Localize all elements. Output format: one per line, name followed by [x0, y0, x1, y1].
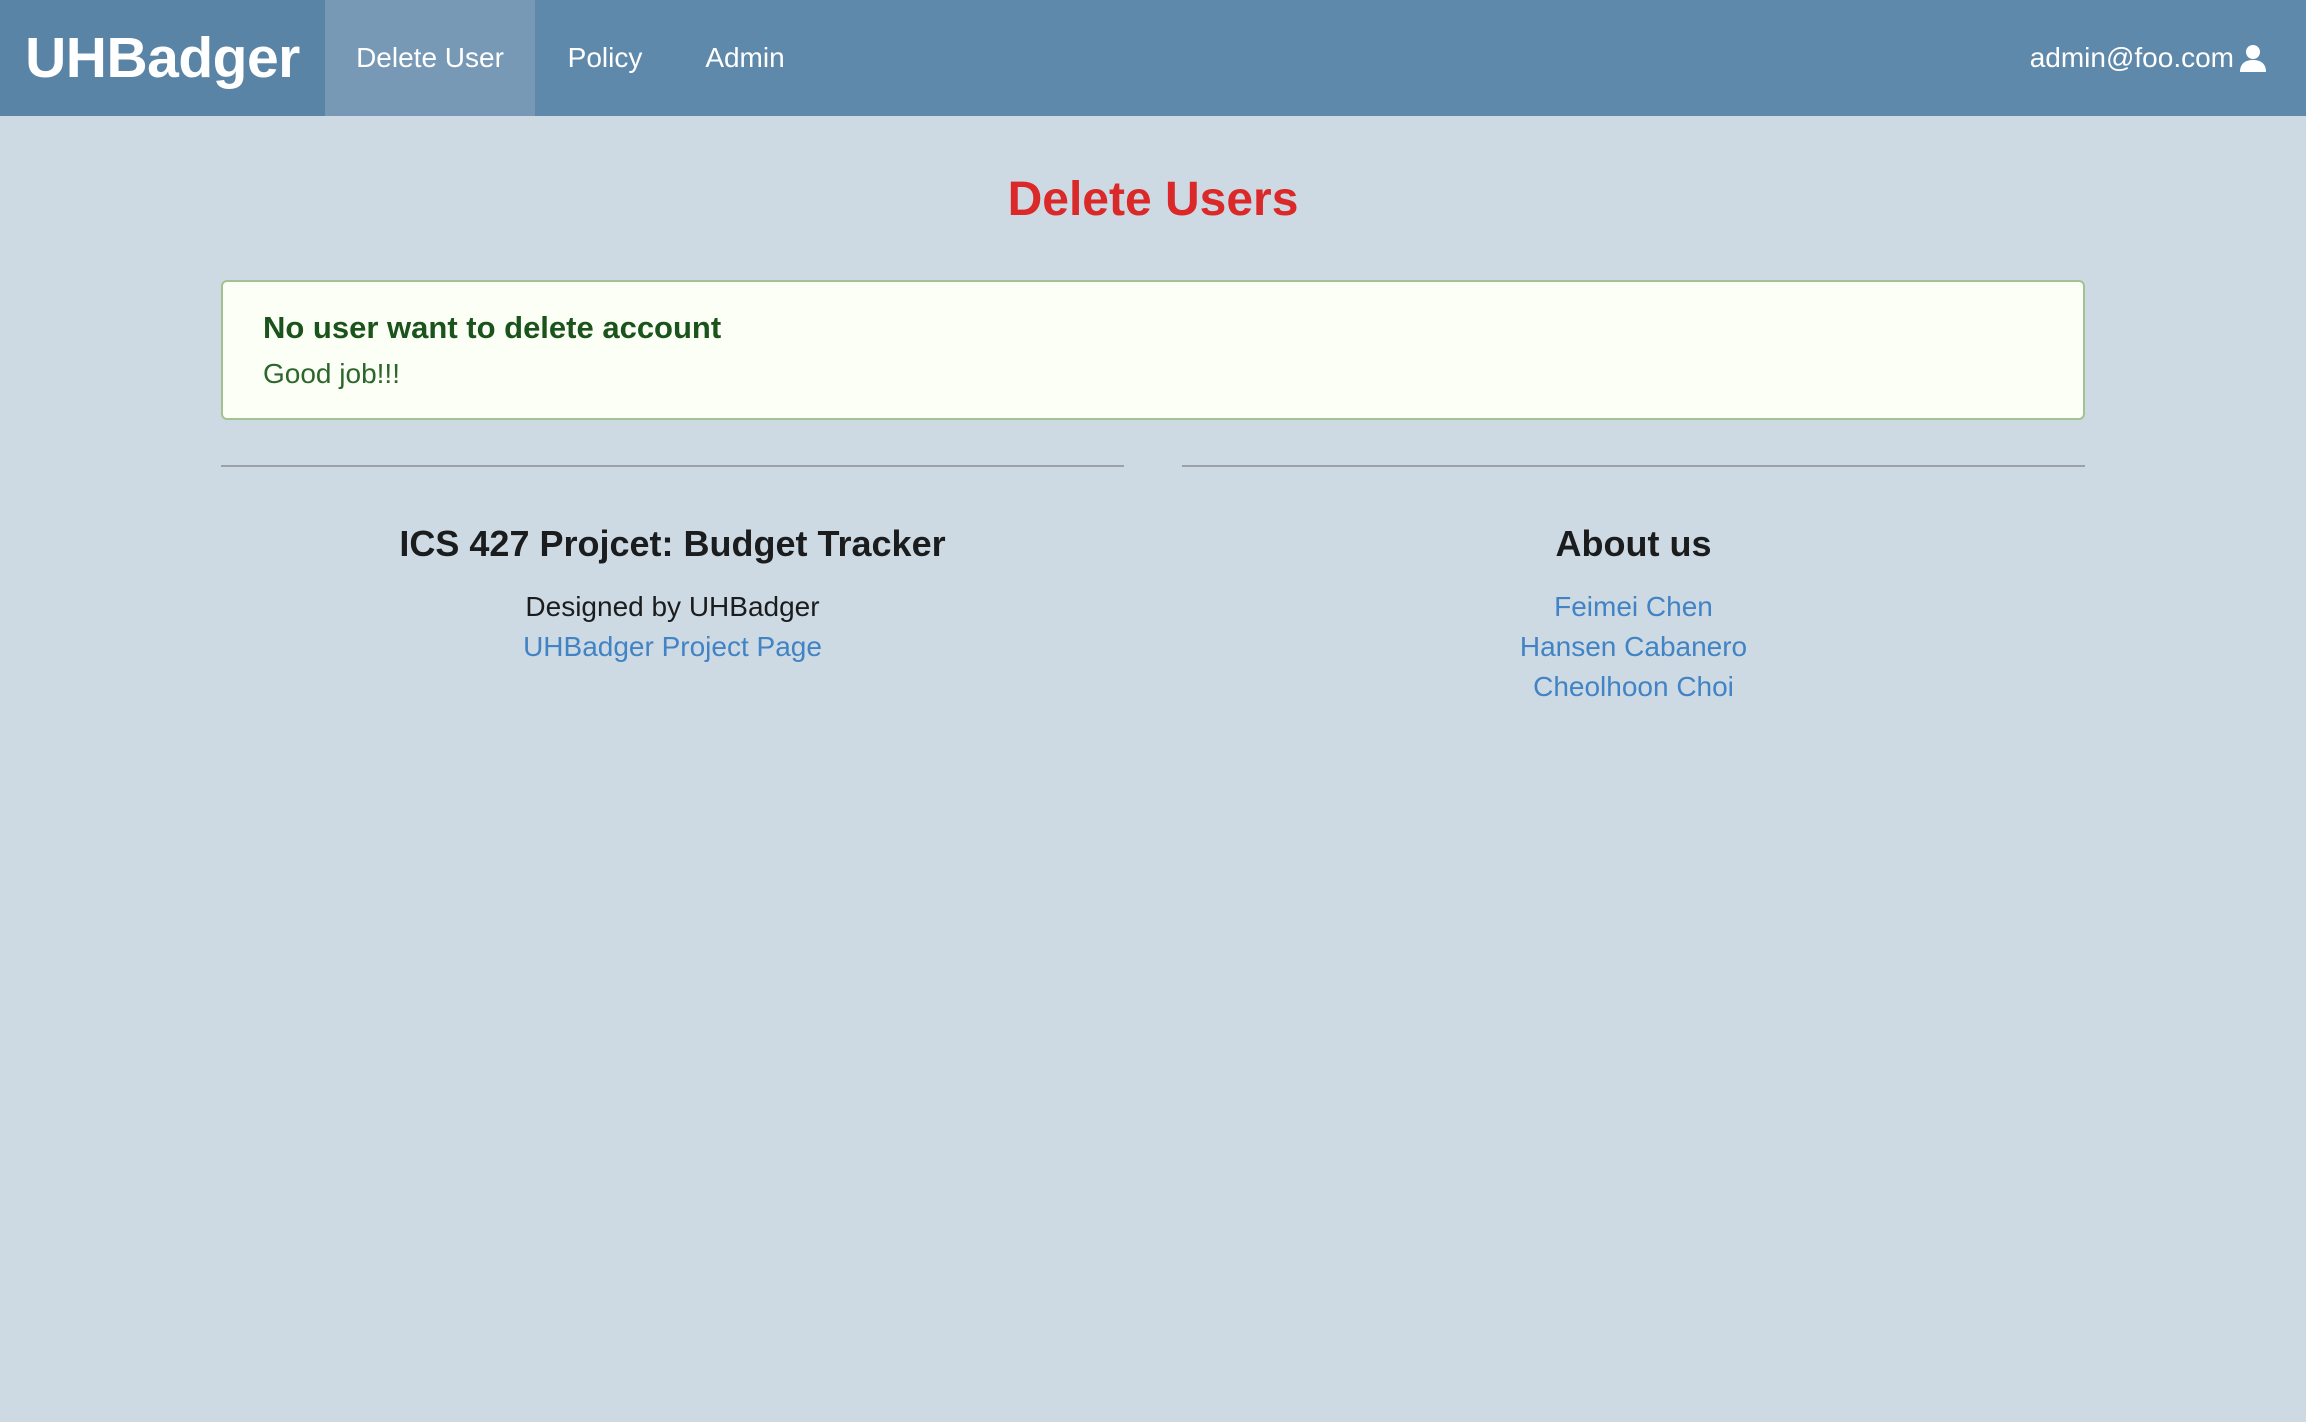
top-navbar: UHBadger Delete User Policy Admin admin@…: [0, 0, 2306, 116]
member-link-feimei-chen[interactable]: Feimei Chen: [1182, 587, 2085, 627]
success-message: No user want to delete account Good job!…: [221, 280, 2085, 420]
user-icon: [2240, 45, 2266, 72]
footer-divider-left: [221, 465, 1124, 467]
brand-logo[interactable]: UHBadger: [0, 0, 325, 116]
footer-about-us: About us Feimei Chen Hansen Cabanero Che…: [1182, 515, 2085, 707]
footer-project-heading: ICS 427 Projcet: Budget Tracker: [399, 523, 946, 564]
nav-item-delete-user[interactable]: Delete User: [325, 0, 535, 116]
project-page-link[interactable]: UHBadger Project Page: [221, 627, 1124, 667]
footer-about-heading: About us: [1555, 523, 1712, 564]
member-link-hansen-cabanero[interactable]: Hansen Cabanero: [1182, 627, 2085, 667]
nav-item-admin[interactable]: Admin: [675, 0, 815, 116]
message-header: No user want to delete account: [263, 310, 722, 345]
footer-divider-right: [1182, 465, 2085, 467]
message-body: Good job!!!: [263, 358, 400, 389]
user-email: admin@foo.com: [2029, 42, 2234, 73]
footer-project-info: ICS 427 Projcet: Budget Tracker Designed…: [221, 515, 1124, 667]
member-link-cheolhoon-choi[interactable]: Cheolhoon Choi: [1182, 667, 2085, 707]
footer-designed-by: Designed by UHBadger: [525, 591, 820, 622]
user-menu[interactable]: admin@foo.com: [2030, 0, 2268, 116]
page-title: Delete Users: [1007, 173, 1299, 226]
nav-item-policy[interactable]: Policy: [535, 0, 675, 116]
